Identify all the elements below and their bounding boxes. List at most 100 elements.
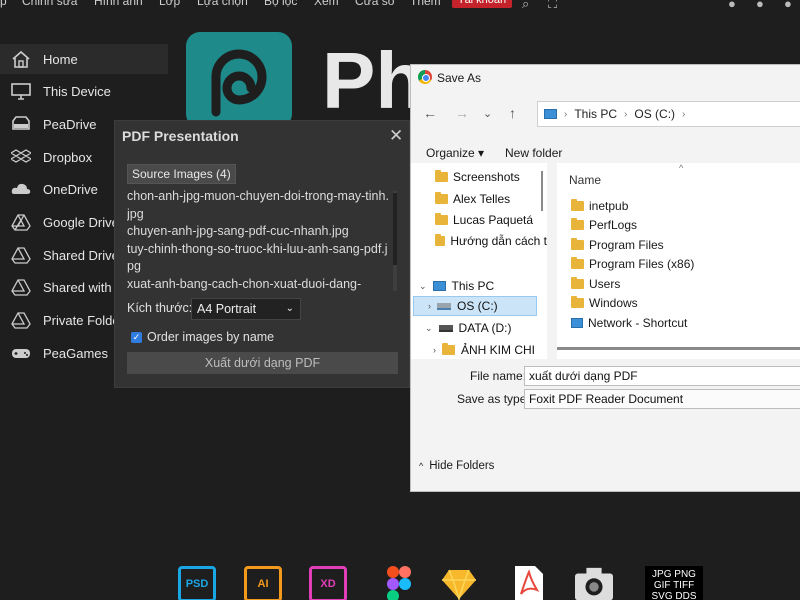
pdf-icon	[510, 566, 548, 600]
file-name: Network - Shortcut	[588, 316, 688, 330]
chevron-down-icon[interactable]: ⌄	[483, 107, 492, 120]
sidebar-item-home[interactable]: Home	[0, 44, 168, 74]
file-name-label: File name:	[470, 369, 527, 383]
tree-item-data-d[interactable]: ⌄ DATA (D:)	[411, 318, 547, 338]
tree-item-screenshots[interactable]: Screenshots	[411, 167, 547, 187]
tree-label: Screenshots	[453, 170, 520, 184]
organize-button[interactable]: Organize ▾	[426, 146, 484, 160]
file-row-program-files-x86[interactable]: Program Files (x86)	[571, 255, 694, 273]
menu-filter[interactable]: Bộ lọc	[264, 0, 297, 8]
pc-icon	[432, 281, 446, 291]
size-label: Kích thước:	[127, 301, 193, 315]
back-icon[interactable]: ←	[423, 105, 437, 121]
folder-icon	[571, 257, 584, 269]
chevron-down-icon: ⌄	[285, 303, 294, 314]
source-file-list[interactable]: chon-anh-jpg-muon-chuyen-doi-trong-may-t…	[127, 188, 389, 294]
twitter-icon[interactable]: ●	[756, 0, 764, 11]
order-by-name-option[interactable]: ✓ Order images by name	[131, 330, 274, 344]
ai-format-icon: AI	[244, 566, 282, 600]
menu-view[interactable]: Xem	[314, 0, 339, 8]
dialog-titlebar: Save As	[411, 65, 800, 91]
chevron-right-icon[interactable]: ›	[433, 345, 436, 355]
page-size-select[interactable]: A4 Portrait ⌄	[191, 298, 301, 320]
hide-folders-label: Hide Folders	[429, 460, 495, 472]
order-checkbox[interactable]: ✓	[131, 331, 142, 343]
breadcrumb-os-c[interactable]: OS (C:)	[634, 107, 675, 121]
close-icon[interactable]: ✕	[389, 126, 403, 146]
tree-scrollbar[interactable]	[541, 171, 543, 211]
address-bar[interactable]: › This PC › OS (C:) ›	[537, 101, 800, 127]
account-button[interactable]: Tài khoản	[452, 0, 512, 8]
file-list: ^ Name inetpub PerfLogs Program Files Pr…	[557, 163, 800, 359]
tree-label: Alex Telles	[453, 192, 511, 206]
facebook-icon[interactable]: ●	[784, 0, 792, 11]
home-icon	[10, 48, 32, 70]
tree-item-alex-telles[interactable]: Alex Telles	[411, 189, 547, 209]
tree-item-lucas-paqueta[interactable]: Lucas Paquetá	[411, 210, 547, 230]
file-name-field[interactable]: xuất dưới dạng PDF	[524, 366, 800, 386]
tree-item-os-c[interactable]: › OS (C:)	[413, 296, 537, 316]
file-row-users[interactable]: Users	[571, 275, 620, 293]
forward-icon[interactable]: →	[455, 105, 469, 121]
private-folder-icon	[10, 309, 32, 331]
navigation-bar: ← → ⌄ ↑ › This PC › OS (C:) ›	[411, 97, 800, 131]
file-name: Program Files	[589, 238, 664, 252]
export-pdf-button[interactable]: Xuất dưới dạng PDF	[127, 352, 398, 374]
panel-title: PDF Presentation	[122, 128, 239, 144]
chevron-right-icon[interactable]: ›	[428, 301, 431, 311]
file-row-inetpub[interactable]: inetpub	[571, 197, 628, 215]
tree-item-anh-kim-chi[interactable]: › ẢNH KIM CHI	[411, 340, 547, 359]
tree-label: ẢNH KIM CHI	[461, 343, 536, 357]
file-name: inetpub	[589, 199, 629, 213]
column-header-name[interactable]: Name	[569, 173, 601, 187]
chevron-down-icon[interactable]: ⌄	[419, 281, 427, 292]
folder-icon	[435, 192, 448, 204]
list-item: chuyen-anh-jpg-sang-pdf-cuc-nhanh.jpg	[127, 224, 349, 239]
scrollbar-thumb[interactable]	[393, 193, 397, 265]
shared-icon	[10, 276, 32, 298]
source-images-button[interactable]: Source Images (4)	[127, 164, 236, 184]
monitor-icon	[10, 80, 32, 102]
sidebar-item-this-device[interactable]: This Device	[0, 76, 168, 106]
tree-item-this-pc[interactable]: ⌄ This PC	[411, 276, 547, 296]
psd-format-icon: PSD	[178, 566, 216, 600]
page-size-value: A4 Portrait	[197, 302, 257, 316]
new-folder-button[interactable]: New folder	[505, 146, 562, 160]
hide-folders-button[interactable]: ^ Hide Folders	[419, 460, 494, 472]
menu-select[interactable]: Lựa chọn	[197, 0, 248, 8]
file-list-scrollbar[interactable]	[557, 347, 800, 350]
drive-icon	[437, 302, 451, 310]
menu-bar: p Chỉnh sửa Hình ảnh Lớp Lựa chọn Bộ lọc…	[0, 0, 800, 12]
list-item: tuy-chinh-thong-so-truoc-khi-luu-anh-san…	[127, 241, 388, 274]
save-as-type-select[interactable]: Foxit PDF Reader Document	[524, 389, 800, 409]
reddit-icon[interactable]: ●	[728, 0, 736, 11]
dropbox-icon	[10, 146, 32, 168]
folder-icon	[571, 296, 584, 308]
file-row-perflogs[interactable]: PerfLogs	[571, 216, 637, 234]
breadcrumb-this-pc[interactable]: This PC	[574, 107, 617, 121]
chevron-down-icon[interactable]: ⌄	[425, 323, 433, 334]
up-icon[interactable]: ↑	[509, 105, 516, 121]
sidebar-item-label: This Device	[43, 83, 111, 99]
google-drive-icon	[10, 211, 32, 233]
menu-more[interactable]: Thêm	[410, 0, 441, 8]
raster-formats-icon: JPG PNG GIF TIFF SVG DDS	[645, 566, 703, 600]
sketch-icon	[440, 566, 478, 600]
search-icon[interactable]: ⌕	[522, 0, 529, 12]
file-row-windows[interactable]: Windows	[571, 294, 638, 312]
drive-icon	[438, 324, 453, 332]
file-row-program-files[interactable]: Program Files	[571, 236, 664, 254]
menu-file[interactable]: p	[0, 0, 7, 8]
folder-icon	[571, 199, 584, 211]
menu-layer[interactable]: Lớp	[159, 0, 180, 8]
fullscreen-icon[interactable]: ⛶	[548, 0, 557, 12]
menu-image[interactable]: Hình ảnh	[94, 0, 143, 8]
file-list-scrollbar[interactable]	[393, 191, 397, 291]
file-name: Program Files (x86)	[589, 257, 695, 271]
logo-text: Ph	[322, 36, 425, 125]
tree-label: Hướng dẫn cách t	[450, 234, 547, 248]
file-row-network-shortcut[interactable]: Network - Shortcut	[571, 314, 687, 332]
tree-item-huong-dan[interactable]: Hướng dẫn cách t	[411, 231, 547, 251]
menu-edit[interactable]: Chỉnh sửa	[22, 0, 77, 8]
menu-window[interactable]: Cửa sổ	[355, 0, 394, 8]
